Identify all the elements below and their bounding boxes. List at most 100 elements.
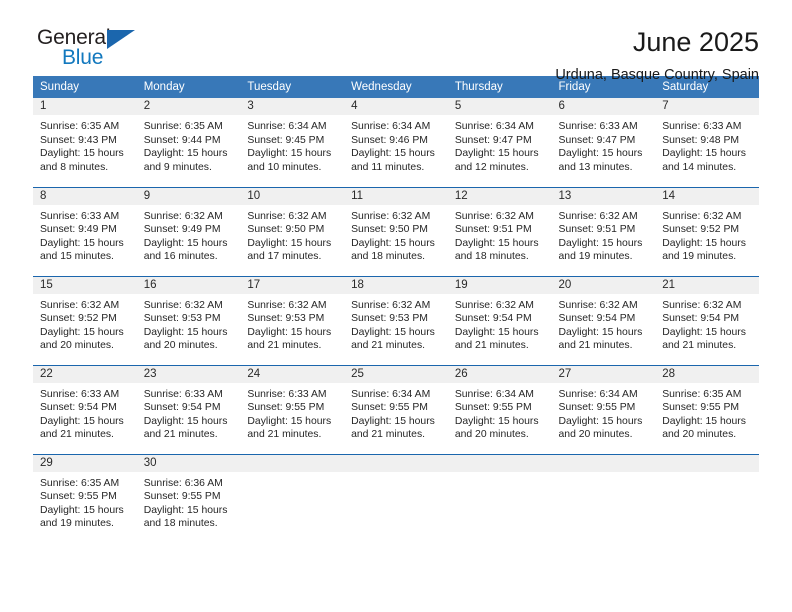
daylight-text: Daylight: 15 hours and 19 minutes. bbox=[662, 237, 746, 263]
day-cell[interactable]: 16 Sunrise: 6:32 AM Sunset: 9:53 PM Dayl… bbox=[136, 275, 241, 365]
day-number: 27 bbox=[551, 365, 656, 383]
day-details: Sunrise: 6:36 AM Sunset: 9:55 PM Dayligh… bbox=[137, 472, 241, 531]
sunset-text: Sunset: 9:54 PM bbox=[40, 402, 117, 414]
day-cell[interactable]: 24 Sunrise: 6:33 AM Sunset: 9:55 PM Dayl… bbox=[240, 364, 345, 454]
day-details: Sunrise: 6:35 AM Sunset: 9:55 PM Dayligh… bbox=[655, 383, 759, 442]
day-cell[interactable]: 27 Sunrise: 6:34 AM Sunset: 9:55 PM Dayl… bbox=[551, 364, 656, 454]
sunrise-text: Sunrise: 6:34 AM bbox=[558, 388, 638, 400]
day-number: 21 bbox=[655, 276, 759, 294]
weekday-header-sunday: Sunday bbox=[33, 76, 137, 98]
day-number: 15 bbox=[33, 276, 137, 294]
day-cell[interactable]: 17 Sunrise: 6:32 AM Sunset: 9:53 PM Dayl… bbox=[240, 275, 345, 365]
day-number: 3 bbox=[240, 98, 345, 115]
daylight-text: Daylight: 15 hours and 14 minutes. bbox=[662, 148, 746, 173]
sunrise-text: Sunrise: 6:33 AM bbox=[662, 121, 742, 132]
calendar-week-row: 22 Sunrise: 6:33 AM Sunset: 9:54 PM Dayl… bbox=[33, 364, 759, 454]
day-number: 8 bbox=[33, 187, 137, 205]
day-cell[interactable]: 18 Sunrise: 6:32 AM Sunset: 9:53 PM Dayl… bbox=[344, 275, 448, 365]
day-cell-empty bbox=[447, 453, 552, 543]
day-cell[interactable]: 6 Sunrise: 6:33 AM Sunset: 9:47 PM Dayli… bbox=[551, 98, 656, 187]
day-cell[interactable]: 3 Sunrise: 6:34 AM Sunset: 9:45 PM Dayli… bbox=[240, 98, 345, 187]
day-details: Sunrise: 6:35 AM Sunset: 9:55 PM Dayligh… bbox=[33, 472, 137, 531]
daylight-text: Daylight: 15 hours and 10 minutes. bbox=[247, 148, 332, 173]
day-details: Sunrise: 6:34 AM Sunset: 9:55 PM Dayligh… bbox=[344, 383, 448, 442]
day-number bbox=[551, 454, 656, 472]
sunset-text: Sunset: 9:55 PM bbox=[662, 402, 740, 414]
day-cell[interactable]: 23 Sunrise: 6:33 AM Sunset: 9:54 PM Dayl… bbox=[136, 364, 241, 454]
day-cell[interactable]: 19 Sunrise: 6:32 AM Sunset: 9:54 PM Dayl… bbox=[447, 275, 552, 365]
day-details: Sunrise: 6:33 AM Sunset: 9:47 PM Dayligh… bbox=[552, 115, 656, 174]
day-number: 10 bbox=[240, 187, 345, 205]
day-details: Sunrise: 6:33 AM Sunset: 9:54 PM Dayligh… bbox=[33, 383, 137, 442]
sunset-text: Sunset: 9:46 PM bbox=[351, 134, 428, 146]
sunrise-text: Sunrise: 6:34 AM bbox=[454, 388, 534, 400]
day-cell[interactable]: 10 Sunrise: 6:32 AM Sunset: 9:50 PM Dayl… bbox=[240, 186, 345, 276]
calendar-week-row: 1 Sunrise: 6:35 AM Sunset: 9:43 PM Dayli… bbox=[33, 98, 759, 187]
day-details: Sunrise: 6:35 AM Sunset: 9:44 PM Dayligh… bbox=[137, 115, 241, 174]
day-cell[interactable]: 30 Sunrise: 6:36 AM Sunset: 9:55 PM Dayl… bbox=[136, 453, 241, 543]
day-details: Sunrise: 6:32 AM Sunset: 9:54 PM Dayligh… bbox=[655, 294, 759, 353]
day-cell[interactable]: 22 Sunrise: 6:33 AM Sunset: 9:54 PM Dayl… bbox=[33, 364, 137, 454]
sunrise-text: Sunrise: 6:35 AM bbox=[40, 121, 120, 132]
day-cell-empty bbox=[344, 453, 448, 543]
daylight-text: Daylight: 15 hours and 21 minutes. bbox=[454, 326, 539, 352]
daylight-text: Daylight: 15 hours and 20 minutes. bbox=[143, 326, 228, 352]
day-details: Sunrise: 6:33 AM Sunset: 9:48 PM Dayligh… bbox=[655, 115, 759, 174]
sunset-text: Sunset: 9:54 PM bbox=[558, 313, 636, 325]
day-cell[interactable]: 12 Sunrise: 6:32 AM Sunset: 9:51 PM Dayl… bbox=[447, 186, 552, 276]
day-number bbox=[447, 454, 552, 472]
sunrise-text: Sunrise: 6:32 AM bbox=[247, 210, 327, 222]
day-cell[interactable]: 5 Sunrise: 6:34 AM Sunset: 9:47 PM Dayli… bbox=[447, 98, 552, 187]
day-cell[interactable]: 21 Sunrise: 6:32 AM Sunset: 9:54 PM Dayl… bbox=[655, 275, 759, 365]
daylight-text: Daylight: 15 hours and 15 minutes. bbox=[40, 237, 124, 263]
day-cell[interactable]: 4 Sunrise: 6:34 AM Sunset: 9:46 PM Dayli… bbox=[344, 98, 448, 187]
page-header: General Blue June 2025 Urduna, Basque Co… bbox=[33, 0, 759, 83]
daylight-text: Daylight: 15 hours and 8 minutes. bbox=[40, 148, 124, 173]
sunrise-text: Sunrise: 6:36 AM bbox=[143, 477, 223, 489]
calendar-body: 1 Sunrise: 6:35 AM Sunset: 9:43 PM Dayli… bbox=[33, 98, 759, 543]
day-details: Sunrise: 6:34 AM Sunset: 9:47 PM Dayligh… bbox=[448, 115, 552, 174]
day-cell[interactable]: 11 Sunrise: 6:32 AM Sunset: 9:50 PM Dayl… bbox=[344, 186, 448, 276]
sunrise-text: Sunrise: 6:32 AM bbox=[351, 299, 431, 311]
calendar-week-row: 8 Sunrise: 6:33 AM Sunset: 9:49 PM Dayli… bbox=[33, 186, 759, 276]
day-details: Sunrise: 6:35 AM Sunset: 9:43 PM Dayligh… bbox=[33, 115, 137, 174]
day-cell[interactable]: 28 Sunrise: 6:35 AM Sunset: 9:55 PM Dayl… bbox=[655, 364, 759, 454]
day-cell[interactable]: 7 Sunrise: 6:33 AM Sunset: 9:48 PM Dayli… bbox=[655, 98, 759, 187]
sunset-text: Sunset: 9:49 PM bbox=[40, 224, 117, 236]
daylight-text: Daylight: 15 hours and 20 minutes. bbox=[558, 415, 643, 441]
sunset-text: Sunset: 9:47 PM bbox=[558, 134, 636, 146]
day-cell[interactable]: 1 Sunrise: 6:35 AM Sunset: 9:43 PM Dayli… bbox=[33, 98, 137, 187]
day-cell-empty bbox=[655, 453, 759, 543]
day-cell[interactable]: 25 Sunrise: 6:34 AM Sunset: 9:55 PM Dayl… bbox=[344, 364, 448, 454]
daylight-text: Daylight: 15 hours and 21 minutes. bbox=[247, 415, 332, 441]
day-cell-empty bbox=[551, 453, 656, 543]
sunrise-text: Sunrise: 6:32 AM bbox=[143, 299, 223, 311]
day-cell[interactable]: 20 Sunrise: 6:32 AM Sunset: 9:54 PM Dayl… bbox=[551, 275, 656, 365]
day-number: 24 bbox=[240, 365, 345, 383]
sunset-text: Sunset: 9:55 PM bbox=[351, 402, 428, 414]
day-number: 20 bbox=[551, 276, 656, 294]
sunrise-text: Sunrise: 6:32 AM bbox=[662, 210, 742, 222]
day-number: 9 bbox=[136, 187, 241, 205]
day-number: 18 bbox=[344, 276, 448, 294]
daylight-text: Daylight: 15 hours and 19 minutes. bbox=[40, 504, 124, 530]
day-details: Sunrise: 6:33 AM Sunset: 9:55 PM Dayligh… bbox=[240, 383, 344, 442]
day-details: Sunrise: 6:32 AM Sunset: 9:54 PM Dayligh… bbox=[448, 294, 552, 353]
day-cell[interactable]: 26 Sunrise: 6:34 AM Sunset: 9:55 PM Dayl… bbox=[447, 364, 552, 454]
sunset-text: Sunset: 9:55 PM bbox=[40, 491, 117, 503]
day-cell[interactable]: 15 Sunrise: 6:32 AM Sunset: 9:52 PM Dayl… bbox=[33, 275, 137, 365]
day-details: Sunrise: 6:34 AM Sunset: 9:55 PM Dayligh… bbox=[552, 383, 656, 442]
day-cell[interactable]: 13 Sunrise: 6:32 AM Sunset: 9:51 PM Dayl… bbox=[551, 186, 656, 276]
day-cell[interactable]: 2 Sunrise: 6:35 AM Sunset: 9:44 PM Dayli… bbox=[136, 98, 241, 187]
sunrise-text: Sunrise: 6:32 AM bbox=[351, 210, 431, 222]
daylight-text: Daylight: 15 hours and 12 minutes. bbox=[454, 148, 539, 173]
sunrise-text: Sunrise: 6:35 AM bbox=[662, 388, 742, 400]
page-title: June 2025 bbox=[632, 27, 759, 57]
daylight-text: Daylight: 15 hours and 20 minutes. bbox=[662, 415, 746, 441]
general-blue-logo[interactable]: General Blue bbox=[33, 26, 153, 78]
day-number: 23 bbox=[136, 365, 241, 383]
day-cell[interactable]: 9 Sunrise: 6:32 AM Sunset: 9:49 PM Dayli… bbox=[136, 186, 241, 276]
day-cell[interactable]: 8 Sunrise: 6:33 AM Sunset: 9:49 PM Dayli… bbox=[33, 186, 137, 276]
day-cell[interactable]: 29 Sunrise: 6:35 AM Sunset: 9:55 PM Dayl… bbox=[33, 453, 137, 543]
day-cell[interactable]: 14 Sunrise: 6:32 AM Sunset: 9:52 PM Dayl… bbox=[655, 186, 759, 276]
